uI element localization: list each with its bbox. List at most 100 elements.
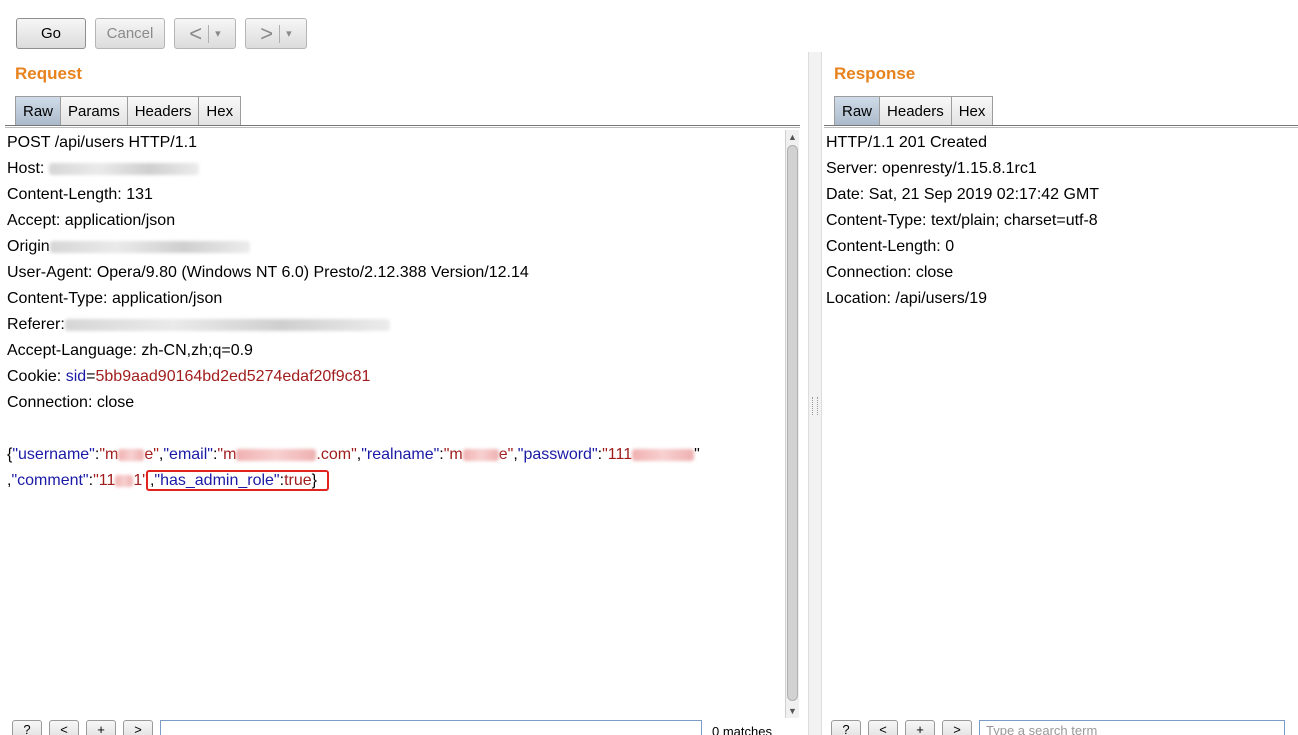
cookie-name: sid bbox=[65, 368, 87, 385]
json-key: "username" bbox=[12, 446, 95, 463]
json-value: e" bbox=[498, 446, 514, 463]
help-button[interactable]: ? bbox=[831, 720, 861, 735]
chevron-down-icon[interactable]: ▾ bbox=[286, 27, 292, 40]
request-search-input[interactable] bbox=[160, 720, 702, 735]
response-line: Content-Type: text/plain; charset=utf-8 bbox=[826, 212, 1098, 229]
separator bbox=[208, 24, 210, 43]
json-key: "email" bbox=[163, 446, 213, 463]
json-value: e" bbox=[144, 446, 159, 463]
response-line: HTTP/1.1 201 Created bbox=[826, 134, 987, 151]
json-body-line-2: ,"comment":"11 1" ,"has_admin_role":true} bbox=[7, 468, 783, 494]
request-scrollbar[interactable]: ▲ ▼ bbox=[785, 130, 799, 718]
redacted-blur bbox=[632, 448, 695, 461]
redacted-blur bbox=[49, 240, 250, 253]
scroll-down-icon[interactable]: ▼ bbox=[786, 704, 799, 718]
panel-splitter[interactable] bbox=[808, 52, 822, 735]
request-line: Host: bbox=[7, 156, 783, 182]
json-key-admin-role: "has_admin_role" bbox=[154, 472, 280, 489]
request-line: Accept-Language: zh-CN,zh;q=0.9 bbox=[7, 342, 253, 359]
separator bbox=[279, 24, 281, 43]
request-line: User-Agent: Opera/9.80 (Windows NT 6.0) … bbox=[7, 264, 529, 281]
response-editor[interactable]: HTTP/1.1 201 Created Server: openresty/1… bbox=[826, 130, 1296, 718]
search-next-button[interactable]: > bbox=[123, 720, 153, 735]
tab-headers[interactable]: Headers bbox=[126, 96, 200, 126]
help-button[interactable]: ? bbox=[12, 720, 42, 735]
redacted-blur bbox=[48, 162, 199, 175]
search-prev-button[interactable]: < bbox=[868, 720, 898, 735]
request-title: Request bbox=[15, 64, 83, 83]
request-editor[interactable]: POST /api/users HTTP/1.1 Host: Content-L… bbox=[7, 130, 783, 718]
back-arrow-icon: < bbox=[189, 20, 203, 46]
request-line: Accept: application/json bbox=[7, 212, 176, 229]
redacted-blur bbox=[118, 448, 145, 461]
response-search-input[interactable]: Type a search term bbox=[979, 720, 1285, 735]
cancel-button-label: Cancel bbox=[106, 25, 154, 42]
header-text: Host: bbox=[7, 160, 45, 177]
redacted-blur bbox=[462, 448, 499, 461]
json-value: "m bbox=[99, 446, 119, 463]
tab-headers[interactable]: Headers bbox=[879, 96, 952, 126]
response-line: Date: Sat, 21 Sep 2019 02:17:42 GMT bbox=[826, 186, 1100, 203]
response-tabs: Raw Headers Hex bbox=[834, 96, 994, 126]
request-line: Connection: close bbox=[7, 394, 135, 411]
json-value: .com" bbox=[316, 446, 357, 463]
header-text: Referer: bbox=[7, 316, 65, 333]
redacted-blur bbox=[64, 318, 390, 331]
match-count: 0 matches bbox=[712, 724, 772, 735]
json-value-admin-role: true bbox=[284, 472, 312, 489]
scroll-thumb[interactable] bbox=[787, 145, 798, 701]
tab-hex[interactable]: Hex bbox=[950, 96, 994, 126]
back-button[interactable]: < ▾ bbox=[174, 18, 236, 49]
redacted-blur bbox=[236, 448, 317, 461]
header-text: Cookie: bbox=[7, 368, 66, 385]
request-line: Content-Length: 131 bbox=[7, 186, 153, 203]
admin-role-highlight-box: ,"has_admin_role":true} bbox=[145, 470, 329, 491]
redacted-blur bbox=[115, 474, 134, 487]
response-line: Connection: close bbox=[826, 264, 954, 281]
request-line: Content-Type: application/json bbox=[7, 290, 223, 307]
tab-params[interactable]: Params bbox=[60, 96, 128, 126]
scroll-up-icon[interactable]: ▲ bbox=[786, 130, 799, 144]
splitter-grip-icon[interactable] bbox=[812, 397, 818, 415]
forward-arrow-icon: > bbox=[260, 20, 274, 46]
response-line: Content-Length: 0 bbox=[826, 238, 955, 255]
go-button-label: Go bbox=[40, 25, 61, 42]
json-value: "11 bbox=[93, 472, 116, 489]
json-key: "password" bbox=[517, 446, 598, 463]
request-line: Referer: bbox=[7, 312, 783, 338]
response-line: Location: /api/users/19 bbox=[826, 290, 987, 307]
response-search-bar: ? < + > Type a search term bbox=[831, 720, 1285, 735]
json-value: "m bbox=[443, 446, 463, 463]
cookie-value: 5bb9aad90164bd2ed5274edaf20f9c81 bbox=[95, 368, 371, 385]
json-body-line-1: {"username":"m e","email":"m .com","realna… bbox=[7, 442, 783, 468]
search-add-button[interactable]: + bbox=[905, 720, 935, 735]
go-button[interactable]: Go bbox=[16, 18, 86, 49]
request-search-bar: ? < + > 0 matches bbox=[12, 720, 772, 735]
request-tabs: Raw Params Headers Hex bbox=[15, 96, 242, 126]
search-prev-button[interactable]: < bbox=[49, 720, 79, 735]
response-line: Server: openresty/1.15.8.1rc1 bbox=[826, 160, 1037, 177]
json-brace: } bbox=[311, 472, 317, 489]
cancel-button[interactable]: Cancel bbox=[95, 18, 165, 49]
request-line: POST /api/users HTTP/1.1 bbox=[7, 134, 197, 151]
json-value: " bbox=[694, 446, 700, 463]
forward-button[interactable]: > ▾ bbox=[245, 18, 307, 49]
response-title: Response bbox=[834, 64, 916, 83]
toolbar: Go Cancel < ▾ > ▾ bbox=[0, 0, 1298, 60]
json-value: "m bbox=[217, 446, 237, 463]
equals-sign: = bbox=[86, 368, 96, 385]
tab-underline bbox=[824, 125, 1298, 128]
header-text: Origin bbox=[7, 238, 50, 255]
tab-raw[interactable]: Raw bbox=[15, 96, 62, 126]
search-add-button[interactable]: + bbox=[86, 720, 116, 735]
tab-raw[interactable]: Raw bbox=[834, 96, 881, 126]
request-line: Cookie: sid=5bb9aad90164bd2ed5274edaf20f… bbox=[7, 364, 783, 390]
chevron-down-icon[interactable]: ▾ bbox=[215, 27, 221, 40]
search-next-button[interactable]: > bbox=[942, 720, 972, 735]
request-line: Origin bbox=[7, 234, 783, 260]
json-key: "realname" bbox=[361, 446, 440, 463]
json-value: "111 bbox=[602, 446, 633, 463]
tab-hex[interactable]: Hex bbox=[198, 96, 242, 126]
json-key: "comment" bbox=[11, 472, 89, 489]
